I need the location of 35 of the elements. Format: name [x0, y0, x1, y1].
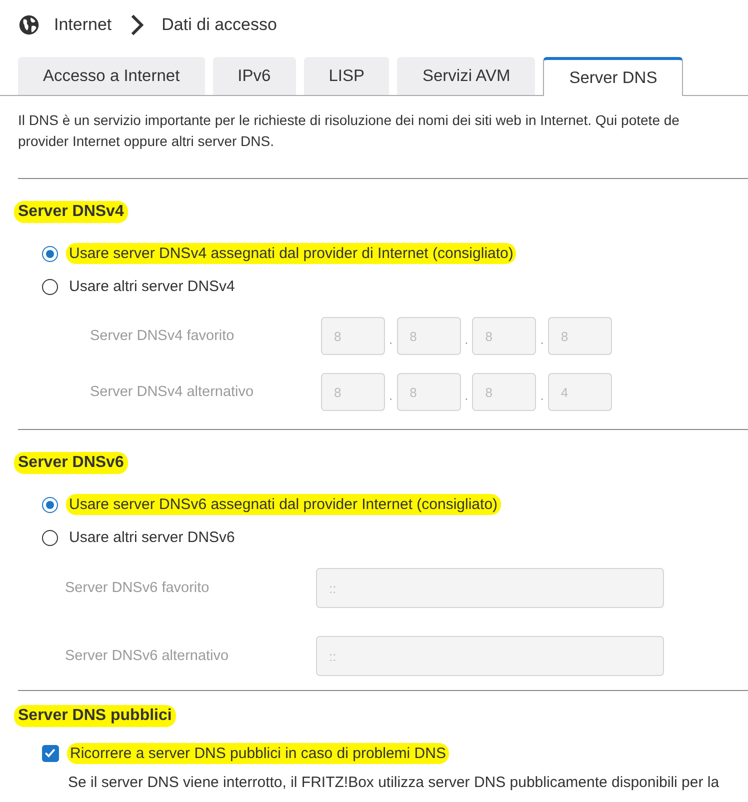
tab[interactable]: IPv6 [212, 57, 296, 95]
breadcrumb-item[interactable]: Internet [54, 15, 112, 35]
dot-separator: . [540, 388, 544, 405]
section-title: Server DNSv4 [14, 201, 128, 223]
radio-button[interactable] [42, 278, 58, 294]
tab[interactable]: LISP [304, 57, 390, 95]
radio-button[interactable] [42, 246, 58, 262]
option-label[interactable]: Usare altri server DNSv4 [66, 276, 238, 297]
field-label: Server DNSv6 favorito [65, 580, 210, 596]
check-icon [43, 746, 57, 760]
intro-text: provider Internet oppure altri server DNS. [18, 132, 275, 151]
option-label[interactable]: Usare server DNSv4 assegnati dal provider di Internet (consigliato) [66, 243, 516, 264]
dot-separator: . [464, 332, 468, 349]
radio-button[interactable] [42, 530, 58, 546]
breadcrumb-item[interactable]: Dati di accesso [162, 15, 277, 35]
intro-text: Il DNS è un servizio importante per le richieste di risoluzione dei nomi dei siti web in Internet. Qui potete de [18, 111, 680, 130]
option-label[interactable]: Ricorrere a server DNS pubblici in caso di problemi DNS [67, 743, 449, 764]
checkbox[interactable] [42, 745, 59, 762]
radio-button[interactable] [42, 496, 58, 512]
dot-separator: . [389, 332, 393, 349]
tab[interactable]: Accesso a Internet [18, 57, 205, 95]
section-title: Server DNS pubblici [14, 705, 176, 727]
help-text: Se il server DNS viene interrotto, il FRITZ!Box utilizza server DNS pubblicamente disponibili per la [68, 774, 720, 791]
globe-icon [18, 14, 40, 36]
tab[interactable]: Servizi AVM [397, 57, 536, 95]
dot-separator: . [464, 388, 468, 405]
field-label: Server DNSv4 favorito [90, 328, 236, 344]
field-label: Server DNSv4 alternativo [90, 384, 255, 400]
dot-separator: . [540, 332, 544, 349]
option-label[interactable]: Usare altri server DNSv6 [66, 527, 238, 548]
dot-separator: . [389, 388, 393, 405]
option-label[interactable]: Usare server DNSv6 assegnati dal provider Internet (consigliato) [66, 494, 501, 515]
tab[interactable]: Server DNS [543, 57, 684, 96]
field-label: Server DNSv6 alternativo [65, 648, 230, 664]
section-title: Server DNSv6 [14, 452, 128, 474]
